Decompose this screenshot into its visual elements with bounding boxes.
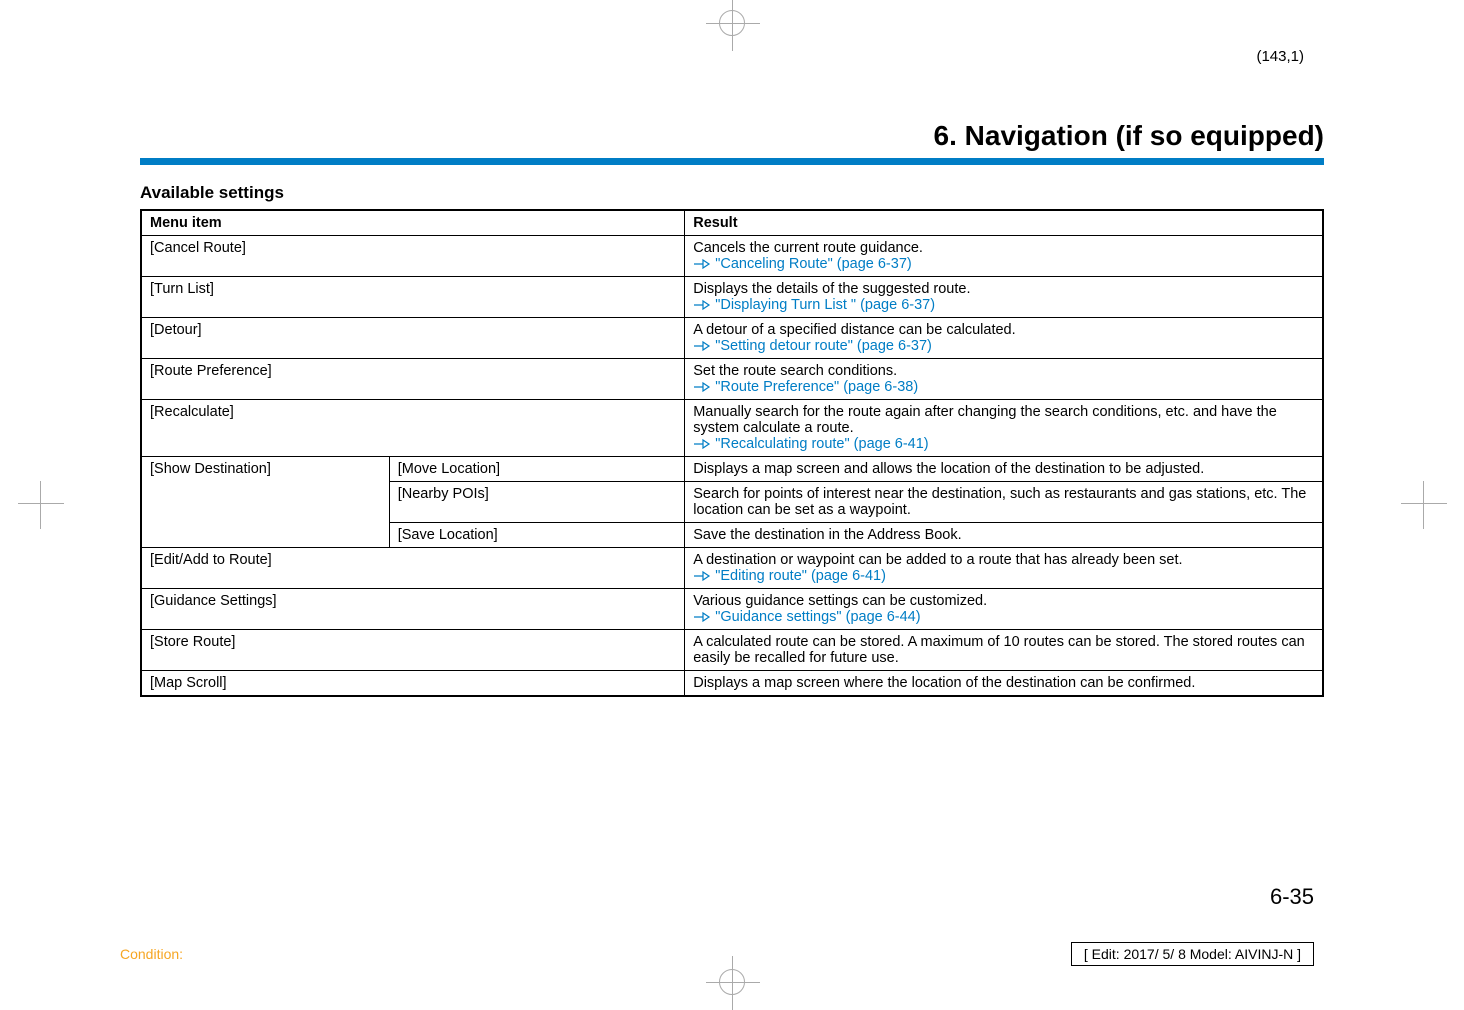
submenu-cell: [Move Location] — [389, 457, 685, 482]
menu-cell: [Cancel Route] — [141, 236, 685, 277]
settings-table: Menu item Result [Cancel Route] Cancels … — [140, 209, 1324, 697]
edit-info-box: [ Edit: 2017/ 5/ 8 Model: AIVINJ-N ] — [1071, 942, 1314, 966]
result-desc: Manually search for the route again afte… — [693, 404, 1277, 436]
hand-icon — [693, 381, 711, 393]
menu-cell: [Guidance Settings] — [141, 589, 685, 630]
table-row: [Show Destination] [Move Location] Displ… — [141, 457, 1323, 482]
result-cell: Manually search for the route again afte… — [685, 400, 1323, 457]
hand-icon — [693, 299, 711, 311]
menu-cell: [Route Preference] — [141, 359, 685, 400]
header-result: Result — [685, 210, 1323, 236]
menu-cell: [Show Destination] — [141, 457, 389, 548]
hand-icon — [693, 611, 711, 623]
menu-cell: [Recalculate] — [141, 400, 685, 457]
hand-icon — [693, 340, 711, 352]
page-ref-link[interactable]: "Guidance settings" (page 6-44) — [715, 609, 920, 625]
page-ref-link[interactable]: "Displaying Turn List " (page 6-37) — [715, 297, 935, 313]
page-ref-link[interactable]: "Canceling Route" (page 6-37) — [715, 256, 912, 272]
result-desc: A destination or waypoint can be added t… — [693, 552, 1182, 568]
table-row: [Turn List] Displays the details of the … — [141, 277, 1323, 318]
result-cell: Displays the details of the suggested ro… — [685, 277, 1323, 318]
table-row: [Store Route] A calculated route can be … — [141, 630, 1323, 671]
result-cell: A destination or waypoint can be added t… — [685, 548, 1323, 589]
result-cell: Displays a map screen where the location… — [685, 671, 1323, 697]
chapter-title: 6. Navigation (if so equipped) — [140, 120, 1324, 152]
condition-label: Condition: — [120, 946, 183, 962]
crop-mark-right — [1423, 481, 1424, 529]
menu-cell: [Turn List] — [141, 277, 685, 318]
result-cell: Search for points of interest near the d… — [685, 482, 1323, 523]
table-row: [Detour] A detour of a specified distanc… — [141, 318, 1323, 359]
result-cell: A calculated route can be stored. A maxi… — [685, 630, 1323, 671]
hand-icon — [693, 438, 711, 450]
menu-cell: [Edit/Add to Route] — [141, 548, 685, 589]
table-header-row: Menu item Result — [141, 210, 1323, 236]
header-menu: Menu item — [141, 210, 685, 236]
result-cell: Various guidance settings can be customi… — [685, 589, 1323, 630]
page-ref-link[interactable]: "Route Preference" (page 6-38) — [715, 379, 918, 395]
table-row: [Edit/Add to Route] A destination or way… — [141, 548, 1323, 589]
hand-icon — [693, 570, 711, 582]
result-cell: Set the route search conditions. "Route … — [685, 359, 1323, 400]
result-cell: Cancels the current route guidance. "Can… — [685, 236, 1323, 277]
table-row: [Map Scroll] Displays a map screen where… — [141, 671, 1323, 697]
page-coordinate: (143,1) — [1256, 48, 1304, 65]
table-row: [Recalculate] Manually search for the ro… — [141, 400, 1323, 457]
submenu-cell: [Nearby POIs] — [389, 482, 685, 523]
submenu-cell: [Save Location] — [389, 523, 685, 548]
result-desc: Various guidance settings can be customi… — [693, 593, 987, 609]
result-desc: Cancels the current route guidance. — [693, 240, 923, 256]
page-number: 6-35 — [1270, 884, 1314, 910]
result-cell: Displays a map screen and allows the loc… — [685, 457, 1323, 482]
result-desc: Set the route search conditions. — [693, 363, 897, 379]
result-cell: Save the destination in the Address Book… — [685, 523, 1323, 548]
crop-mark-bottom — [719, 969, 745, 1000]
page-ref-link[interactable]: "Setting detour route" (page 6-37) — [715, 338, 932, 354]
page-content: 6. Navigation (if so equipped) Available… — [140, 120, 1324, 697]
chapter-bar — [140, 158, 1324, 165]
menu-cell: [Map Scroll] — [141, 671, 685, 697]
table-row: [Guidance Settings] Various guidance set… — [141, 589, 1323, 630]
table-row: [Cancel Route] Cancels the current route… — [141, 236, 1323, 277]
menu-cell: [Store Route] — [141, 630, 685, 671]
result-desc: A detour of a specified distance can be … — [693, 322, 1015, 338]
crop-mark-top — [719, 10, 745, 41]
section-heading: Available settings — [140, 183, 1324, 203]
result-cell: A detour of a specified distance can be … — [685, 318, 1323, 359]
table-row: [Route Preference] Set the route search … — [141, 359, 1323, 400]
result-desc: Displays the details of the suggested ro… — [693, 281, 970, 297]
hand-icon — [693, 258, 711, 270]
page-ref-link[interactable]: "Editing route" (page 6-41) — [715, 568, 886, 584]
crop-mark-left — [40, 481, 41, 529]
menu-cell: [Detour] — [141, 318, 685, 359]
page-ref-link[interactable]: "Recalculating route" (page 6-41) — [715, 436, 928, 452]
